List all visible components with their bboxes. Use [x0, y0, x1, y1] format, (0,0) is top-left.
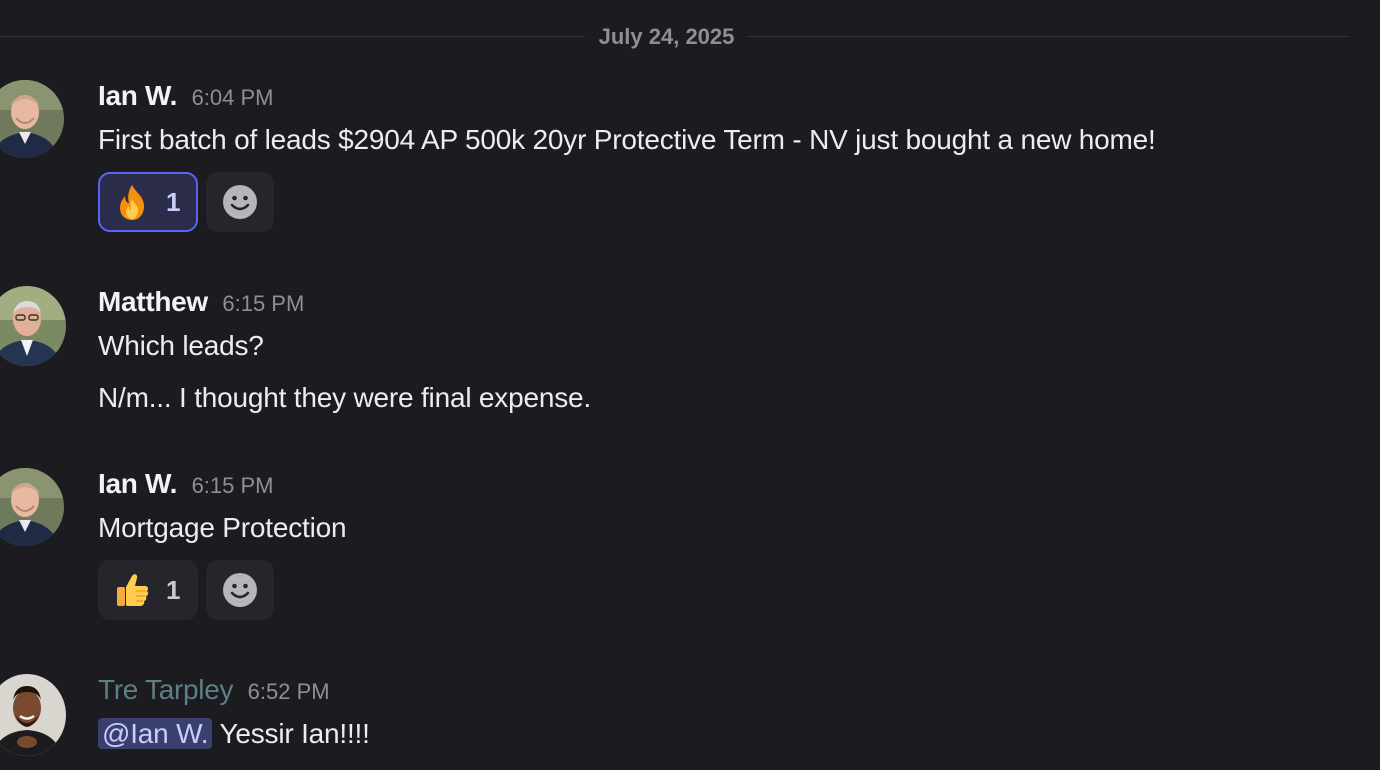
avatar[interactable] — [0, 468, 64, 546]
message-timestamp[interactable]: 6:15 PM — [222, 291, 304, 316]
add-reaction-button[interactable] — [206, 560, 274, 620]
message-header: Tre Tarpley 6:52 PM — [98, 674, 330, 706]
avatar[interactable] — [0, 674, 66, 756]
date-divider-label: July 24, 2025 — [598, 24, 735, 49]
avatar[interactable] — [0, 80, 64, 158]
date-divider: July 24, 2025 — [0, 20, 1348, 54]
reaction-count: 1 — [166, 574, 181, 605]
message-text: Which leads? — [98, 330, 264, 361]
add-reaction-button[interactable] — [206, 172, 274, 232]
message-header: Ian W. 6:15 PM — [98, 468, 274, 500]
author-name[interactable]: Matthew — [98, 286, 208, 317]
avatar[interactable] — [0, 286, 66, 366]
message-text: N/m... I thought they were final expense… — [98, 382, 591, 413]
divider-line-right — [748, 36, 1348, 37]
smiley-icon — [223, 185, 257, 219]
author-name[interactable]: Ian W. — [98, 80, 177, 111]
message-text: First batch of leads $2904 AP 500k 20yr … — [98, 124, 1156, 155]
message-text: Mortgage Protection — [98, 512, 347, 543]
message-text: @Ian W. Yessir Ian!!!! — [98, 718, 370, 750]
message-header: Ian W. 6:04 PM — [98, 80, 274, 112]
fire-emoji-icon — [120, 185, 145, 220]
message-text-body: Yessir Ian!!!! — [212, 718, 370, 749]
reaction-pill[interactable]: 1 — [98, 172, 198, 232]
message-header: Matthew 6:15 PM — [98, 286, 304, 318]
thumbs-up-emoji-icon — [117, 574, 149, 606]
chat-message-list: July 24, 2025 Ian W. 6:04 PM First batch… — [0, 0, 1380, 770]
user-mention[interactable]: @Ian W. — [98, 718, 213, 749]
message-timestamp[interactable]: 6:52 PM — [248, 679, 330, 704]
reaction-bar: 1 — [98, 172, 274, 232]
reaction-count: 1 — [166, 186, 181, 217]
author-name[interactable]: Ian W. — [98, 468, 177, 499]
smiley-icon — [223, 573, 257, 607]
message-timestamp[interactable]: 6:15 PM — [192, 473, 274, 498]
message-timestamp[interactable]: 6:04 PM — [192, 85, 274, 110]
reaction-bar: 1 — [98, 560, 274, 620]
divider-line-left — [0, 36, 585, 37]
reaction-pill[interactable]: 1 — [98, 560, 198, 620]
author-name[interactable]: Tre Tarpley — [98, 674, 234, 705]
